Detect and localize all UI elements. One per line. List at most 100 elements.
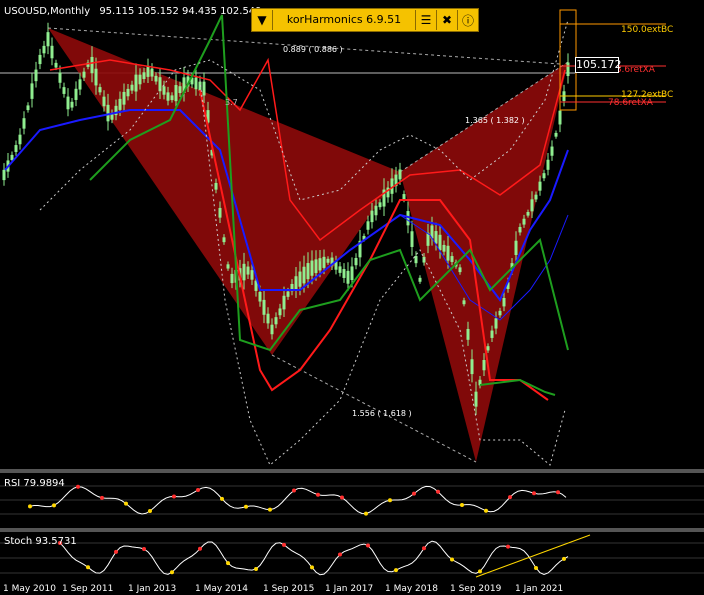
candle-body: [542, 173, 546, 179]
candle-body: [418, 277, 422, 282]
candle-body: [470, 359, 474, 375]
candle-body: [42, 45, 46, 54]
panel-separator-2[interactable]: [0, 528, 704, 532]
rsi-dot: [364, 511, 368, 516]
rsi-dot: [244, 504, 248, 509]
main-chart-panel[interactable]: USOUSD,Monthly 95.115 105.152 94.435 102…: [0, 0, 704, 468]
rsi-dot: [268, 507, 272, 512]
candle-body: [122, 91, 126, 105]
candle-body: [346, 270, 350, 284]
candle-body: [266, 313, 270, 324]
candle-body: [502, 297, 506, 307]
candle-body: [26, 105, 30, 111]
rsi-chart[interactable]: [0, 474, 704, 527]
rsi-dot: [436, 489, 440, 494]
candle-body: [90, 56, 94, 74]
candle-body: [378, 202, 382, 208]
candle-body: [50, 45, 54, 59]
candle-body: [514, 240, 518, 256]
candle-body: [194, 77, 198, 90]
stoch-panel[interactable]: Stoch 93.5731: [0, 533, 704, 584]
stoch-dot: [86, 565, 90, 570]
candle-body: [294, 276, 298, 291]
candle-body: [306, 263, 310, 280]
candle-body: [246, 266, 250, 275]
rsi-dot: [412, 491, 416, 496]
rsi-dot: [460, 502, 464, 507]
candle-body: [566, 62, 570, 77]
candle-body: [474, 391, 478, 407]
rsi-dot: [508, 495, 512, 500]
time-axis-label: 1 Jan 2021: [515, 584, 564, 594]
rsi-dot: [28, 504, 32, 509]
candle-body: [46, 32, 50, 47]
candle-body: [166, 92, 170, 101]
candle-body: [54, 62, 58, 68]
tools-button[interactable]: ✖: [436, 10, 457, 30]
candle-body: [446, 245, 450, 261]
time-axis-label: 1 Jan 2013: [128, 584, 177, 594]
candle-body: [70, 101, 74, 108]
rsi-dot: [340, 495, 344, 500]
time-axis-label: 1 May 2010: [3, 584, 56, 594]
candle-body: [202, 81, 206, 96]
time-axis-label: 1 Sep 2015: [263, 584, 315, 594]
candle-body: [222, 237, 226, 243]
candle-body: [270, 324, 274, 335]
tools-icon: ✖: [441, 13, 453, 27]
rsi-dot: [484, 508, 488, 513]
candle-body: [374, 205, 378, 216]
pattern-triangle-xab: [48, 28, 400, 355]
sliders-icon: ☰: [420, 13, 432, 27]
candle-body: [458, 267, 462, 273]
stoch-dot: [422, 546, 426, 551]
stoch-dot: [114, 549, 118, 554]
candle-body: [142, 72, 146, 79]
rsi-dot: [172, 494, 176, 499]
stoch-dot: [198, 546, 202, 551]
rsi-label: RSI 79.9894: [4, 478, 65, 489]
rsi-dot: [316, 492, 320, 497]
stoch-dot: [366, 543, 370, 548]
candle-body: [314, 259, 318, 274]
candle-body: [14, 145, 18, 152]
stoch-trendline: [475, 534, 591, 578]
candle-body: [326, 258, 330, 263]
stoch-dot: [506, 544, 510, 549]
stoch-chart[interactable]: [0, 533, 704, 584]
stoch-label: Stoch 93.5731: [4, 536, 77, 547]
korharmonics-toolbar: ▼ korHarmonics 6.9.51 ☰ ✖ ⓘ: [251, 8, 479, 32]
candle-body: [178, 86, 182, 94]
rsi-dot: [388, 498, 392, 503]
candle-body: [494, 318, 498, 329]
candle-body: [522, 218, 526, 225]
candle-body: [434, 231, 438, 244]
rsi-dot: [220, 496, 224, 501]
rsi-dot: [76, 484, 80, 489]
dropdown-button[interactable]: ▼: [252, 10, 272, 30]
candle-body: [78, 79, 82, 90]
candle-body: [482, 360, 486, 371]
candle-body: [370, 210, 374, 223]
stoch-dot: [282, 542, 286, 547]
candle-body: [106, 104, 110, 122]
candle-body: [498, 310, 502, 316]
panel-separator-1[interactable]: [0, 469, 704, 473]
ratio-label-2: 1.365 ( 1.382 ): [465, 116, 525, 125]
candle-body: [58, 72, 62, 83]
candle-body: [62, 87, 66, 94]
candle-body: [154, 75, 158, 82]
candle-body: [18, 134, 22, 145]
candle-body: [490, 330, 494, 338]
info-button[interactable]: ⓘ: [457, 10, 478, 30]
rsi-panel[interactable]: RSI 79.9894: [0, 474, 704, 527]
rsi-dot: [124, 501, 128, 506]
time-axis-label: 1 May 2018: [385, 584, 438, 594]
time-axis: 1 May 2010 1 Sep 2011 1 Jan 2013 1 May 2014…: [0, 584, 704, 595]
candle-body: [214, 182, 218, 190]
candle-body: [530, 199, 534, 212]
settings-button[interactable]: ☰: [415, 10, 436, 30]
info-icon: ⓘ: [461, 13, 474, 28]
candle-body: [22, 118, 26, 129]
candle-body: [366, 221, 370, 230]
